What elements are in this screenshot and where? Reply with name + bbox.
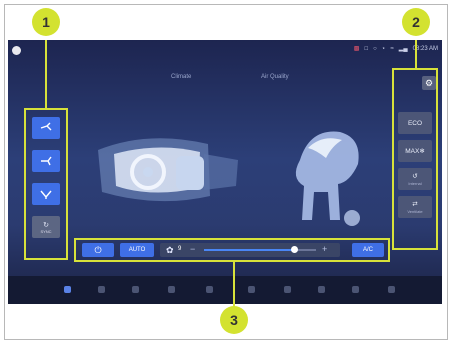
notification-icon: ▩ (353, 46, 360, 52)
callout-badge-1: 1 (32, 8, 60, 36)
airflow-feet-icon (40, 190, 52, 199)
callout-badge-2: 2 (402, 8, 430, 36)
callout-2-leader (415, 40, 417, 68)
climate-mode-panel: ⚙ ECO MAX❄ ↺ Internal ⇄ Ventilate (392, 68, 438, 250)
callout-3-leader (233, 262, 235, 308)
airflow-body-icon (41, 156, 52, 166)
fan-speed-control: ✿ 9 − + (160, 243, 340, 257)
airflow-feet-button[interactable] (32, 183, 60, 205)
auto-button[interactable]: AUTO (120, 243, 154, 257)
sync-label: SYNC (40, 228, 52, 234)
callout-1-leader (45, 40, 47, 108)
signal-icon: ▂▄ (398, 46, 408, 52)
dock-voice-icon[interactable] (318, 286, 325, 293)
status-bar: ▩ □ ○ ⋆ ≈ ▂▄ 08:23 AM (353, 45, 438, 53)
max-button[interactable]: MAX❄ (398, 140, 432, 162)
internal-air-button[interactable]: ↺ Internal (398, 168, 432, 190)
eco-label: ECO (407, 119, 423, 127)
internal-label: Internal (408, 181, 422, 186)
ac-label: A/C (362, 247, 373, 253)
ventilation-label: Ventilate (407, 209, 423, 214)
dock-profile-icon[interactable] (388, 286, 395, 293)
dock-phone-icon[interactable] (168, 286, 175, 293)
dock-home-icon[interactable] (64, 286, 71, 293)
power-icon: ⏻ (94, 244, 102, 255)
recirculate-icon: ↺ (412, 173, 418, 180)
sync-icon: ↻ (43, 221, 49, 229)
cabin-illustration (98, 138, 238, 202)
fan-increase-button[interactable]: + (322, 244, 327, 254)
dock-apps-icon[interactable] (352, 286, 359, 293)
airflow-panel: ↻ SYNC (24, 108, 68, 260)
lock-icon: □ (364, 45, 369, 52)
callout-badge-3: 3 (220, 306, 248, 334)
tab-bar: Climate Air Quality (8, 74, 442, 86)
tab-climate[interactable]: Climate (171, 74, 191, 80)
dock-navigation-icon[interactable] (132, 286, 139, 293)
fan-decrease-button[interactable]: − (190, 244, 195, 254)
dock-settings-icon[interactable] (284, 286, 291, 293)
airflow-body-button[interactable] (32, 150, 60, 172)
fan-speed-fill (204, 249, 294, 251)
max-label: MAX (405, 148, 420, 155)
top-bar: ▩ □ ○ ⋆ ≈ ▂▄ 08:23 AM (8, 40, 442, 62)
bluetooth-icon: ⋆ (381, 46, 386, 52)
car-icon: ○ (373, 45, 377, 52)
eco-button[interactable]: ECO (398, 112, 432, 134)
dock-climate-icon[interactable] (206, 286, 213, 293)
tab-air-quality[interactable]: Air Quality (261, 74, 289, 80)
dock-media-icon[interactable] (98, 286, 105, 293)
wifi-icon: ≈ (390, 45, 394, 52)
ventilation-button[interactable]: ⇄ Ventilate (398, 196, 432, 218)
dock-seat-icon[interactable] (248, 286, 255, 293)
app-dock (8, 276, 442, 304)
ac-button[interactable]: A/C (352, 243, 384, 257)
airflow-face-icon (40, 122, 52, 131)
fan-control-bar: ⏻ AUTO ✿ 9 − + A/C (74, 238, 390, 262)
lion-mascot (295, 131, 360, 226)
fresh-air-icon: ⇄ (412, 201, 418, 208)
auto-label: AUTO (128, 247, 146, 253)
settings-button[interactable]: ⚙ (422, 76, 436, 90)
snowflake-icon: ❄ (419, 148, 425, 155)
gear-icon: ⚙ (424, 77, 434, 88)
airflow-face-button[interactable] (32, 117, 60, 139)
climate-screen: ▩ □ ○ ⋆ ≈ ▂▄ 08:23 AM Climate Air Qualit… (8, 40, 442, 304)
fan-speed-slider[interactable] (204, 246, 316, 253)
brand-logo (12, 46, 21, 55)
max-label-row: MAX❄ (405, 147, 425, 155)
fan-icon: ✿ (166, 245, 174, 255)
fan-level-value: 9 (178, 246, 182, 252)
power-button[interactable]: ⏻ (82, 243, 114, 257)
fan-speed-handle[interactable] (291, 246, 298, 253)
sync-button[interactable]: ↻ SYNC (32, 216, 60, 238)
